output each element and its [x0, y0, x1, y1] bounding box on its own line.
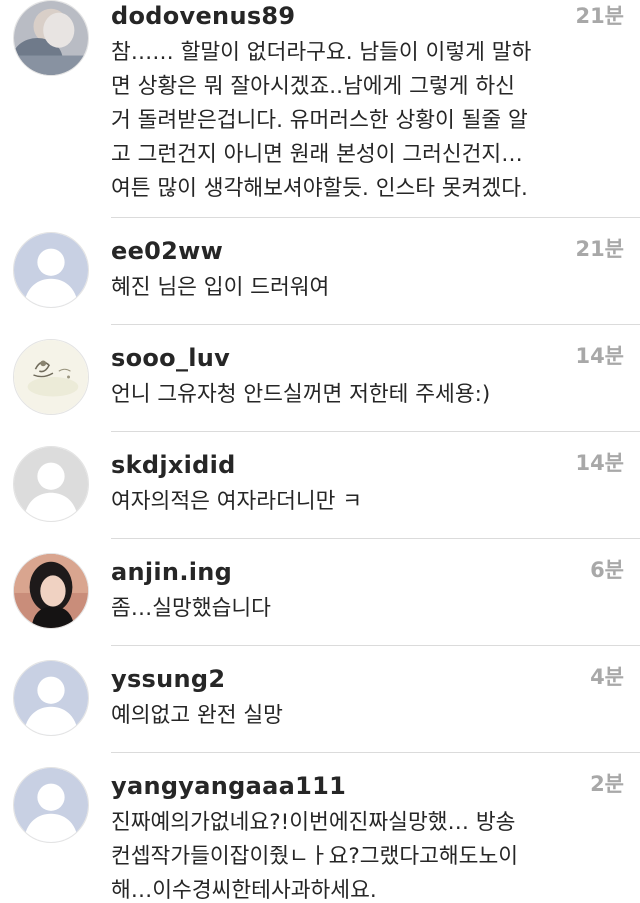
comment-text-line: 고 그런건지 아니면 원래 본성이 그러신건지…	[111, 142, 523, 167]
comment-item: yssung2 4분 예의없고 완전 실망	[0, 660, 640, 752]
comment-text-line: 거 돌려받은겁니다. 유머러스한 상황이 될줄 알	[111, 108, 528, 133]
comment-username[interactable]: anjin.ing	[111, 558, 232, 586]
comment-text-line: 컨셉작가들이잡이줬ㄴㅏ요?그랬다고해도노이	[111, 844, 519, 869]
comment-username[interactable]: yssung2	[111, 665, 225, 693]
comment-text: 여자의적은 여자라더니만 ㅋ	[111, 485, 619, 519]
default-avatar-icon[interactable]	[13, 767, 89, 843]
photo-avatar-icon[interactable]	[13, 553, 89, 629]
comment-username[interactable]: dodovenus89	[111, 2, 295, 30]
comment-text-line: 여자의적은 여자라더니만 ㅋ	[111, 489, 363, 514]
comment-timestamp: 6분	[590, 558, 624, 582]
comment-text: 언니 그유자청 안드실꺼면 저한테 주세용:)	[111, 378, 619, 412]
comment-text-line: 혜진 님은 입이 드러워여	[111, 275, 330, 300]
comment-text-line: 좀…실망했습니다	[111, 596, 271, 621]
comment-timestamp: 14분	[575, 451, 624, 475]
comment-text-line: 언니 그유자청 안드실꺼면 저한테 주세용:)	[111, 382, 491, 407]
comment-divider	[111, 324, 640, 325]
comment-text-line: 예의없고 완전 실망	[111, 703, 283, 728]
default-avatar-icon[interactable]	[13, 446, 89, 522]
comment-divider	[111, 431, 640, 432]
comment-text-line: 여튼 많이 생각해보셔야할듯. 인스타 못켜겠다.	[111, 176, 528, 201]
comment-text: 진짜예의가없네요?!이번에진짜실망했… 방송 컨셉작가들이잡이줬ㄴㅏ요?그랬다고…	[111, 806, 619, 903]
comment-text: 예의없고 완전 실망	[111, 699, 619, 733]
comment-timestamp: 14분	[575, 344, 624, 368]
comment-text-line: 해…이수경씨한테사과하세요.	[111, 878, 377, 903]
comment-text: 좀…실망했습니다	[111, 592, 619, 626]
comment-divider	[111, 752, 640, 753]
comment-item: ee02ww 21분 혜진 님은 입이 드러워여	[0, 232, 640, 324]
comment-username[interactable]: sooo_luv	[111, 344, 230, 372]
comment-username[interactable]: yangyangaaa111	[111, 772, 346, 800]
sketch-avatar-icon[interactable]	[13, 339, 89, 415]
comment-item: skdjxidid 14분 여자의적은 여자라더니만 ㅋ	[0, 446, 640, 538]
comment-item: anjin.ing 6분 좀…실망했습니다	[0, 553, 640, 645]
comment-username[interactable]: skdjxidid	[111, 451, 236, 479]
comment-text: 참…… 할말이 없더라구요. 남들이 이렇게 말하 면 상황은 뭐 잘아시겠죠.…	[111, 36, 619, 206]
comment-text-line: 진짜예의가없네요?!이번에진짜실망했… 방송	[111, 810, 516, 835]
comment-timestamp: 21분	[575, 237, 624, 261]
comment-divider	[111, 645, 640, 646]
comment-timestamp: 21분	[575, 4, 624, 28]
default-avatar-icon[interactable]	[13, 660, 89, 736]
comment-list: dodovenus89 21분 참…… 할말이 없더라구요. 남들이 이렇게 말…	[0, 0, 640, 903]
comment-item: dodovenus89 21분 참…… 할말이 없더라구요. 남들이 이렇게 말…	[0, 0, 640, 217]
comment-timestamp: 4분	[590, 665, 624, 689]
comment-text-line: 면 상황은 뭐 잘아시겠죠..남에게 그렇게 하신	[111, 74, 515, 99]
comment-text: 혜진 님은 입이 드러워여	[111, 271, 619, 305]
default-avatar-icon[interactable]	[13, 232, 89, 308]
comment-username[interactable]: ee02ww	[111, 237, 223, 265]
comment-timestamp: 2분	[590, 772, 624, 796]
photo-avatar-icon[interactable]	[13, 0, 89, 76]
comment-divider	[111, 538, 640, 539]
comment-item: yangyangaaa111 2분 진짜예의가없네요?!이번에진짜실망했… 방송…	[0, 767, 640, 903]
comment-item: sooo_luv 14분 언니 그유자청 안드실꺼면 저한테 주세용:)	[0, 339, 640, 431]
comment-divider	[111, 217, 640, 218]
comment-text-line: 참…… 할말이 없더라구요. 남들이 이렇게 말하	[111, 40, 532, 65]
